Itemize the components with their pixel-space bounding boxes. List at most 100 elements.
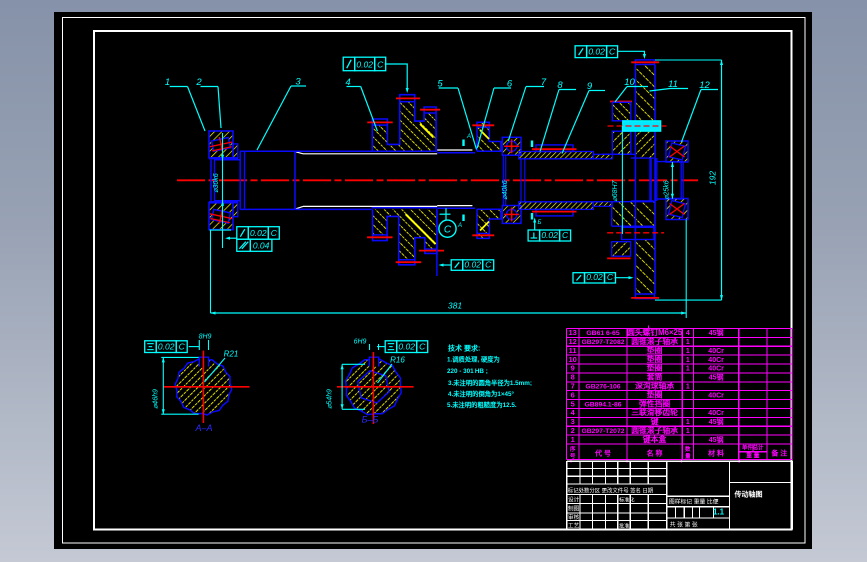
svg-text:3.未注明的圆角半径为1.5mm;: 3.未注明的圆角半径为1.5mm; xyxy=(448,378,532,387)
svg-text:垫圈: 垫圈 xyxy=(647,345,663,355)
svg-text:40Cr: 40Cr xyxy=(708,410,724,417)
svg-text:1: 1 xyxy=(686,366,690,373)
svg-text:1: 1 xyxy=(686,339,690,346)
svg-text:0.04: 0.04 xyxy=(253,240,270,250)
svg-text:1: 1 xyxy=(686,419,690,426)
svg-text:0.02: 0.02 xyxy=(158,342,175,352)
svg-text:40Cr: 40Cr xyxy=(708,392,724,399)
svg-text:垫圈: 垫圈 xyxy=(647,389,663,399)
svg-text:45钢: 45钢 xyxy=(709,417,724,426)
svg-text:0.02: 0.02 xyxy=(541,230,558,240)
svg-text:45钢: 45钢 xyxy=(709,373,724,382)
svg-text:45钢: 45钢 xyxy=(709,435,724,444)
svg-text:批准: 批准 xyxy=(619,521,629,529)
svg-text:192: 192 xyxy=(708,171,718,185)
svg-text:圆锥滚子轴承: 圆锥滚子轴承 xyxy=(631,425,678,435)
svg-text:名 称: 名 称 xyxy=(647,449,663,458)
svg-text:10: 10 xyxy=(568,355,576,364)
svg-text:A–A: A–A xyxy=(194,423,212,433)
svg-text:11: 11 xyxy=(569,346,577,355)
svg-text:6: 6 xyxy=(571,390,575,399)
svg-text:制图: 制图 xyxy=(568,505,580,513)
svg-text:45钢: 45钢 xyxy=(709,328,724,337)
svg-text:12: 12 xyxy=(568,337,576,346)
svg-text:8: 8 xyxy=(571,373,575,382)
svg-text:40Cr: 40Cr xyxy=(708,357,724,364)
svg-text:图样标记 重量 比便: 图样标记 重量 比便 xyxy=(669,498,719,506)
svg-text:圆头螺钉M6×25: 圆头螺钉M6×25 xyxy=(627,327,683,337)
svg-text:C: C xyxy=(271,228,278,238)
svg-text:量: 量 xyxy=(685,452,691,460)
svg-text:1: 1 xyxy=(686,357,690,364)
svg-text:GB894.1-86: GB894.1-86 xyxy=(584,401,621,408)
svg-text:0.02: 0.02 xyxy=(588,47,605,57)
svg-text:材 料: 材 料 xyxy=(707,449,724,458)
svg-text:弹性挡圈: 弹性挡圈 xyxy=(639,398,670,408)
svg-text:9: 9 xyxy=(571,364,575,373)
svg-text:40Cr: 40Cr xyxy=(708,366,724,373)
svg-text:圆锥滚子轴承: 圆锥滚子轴承 xyxy=(631,336,678,346)
svg-text:0.02: 0.02 xyxy=(250,228,267,238)
svg-text:A: A xyxy=(466,134,471,140)
svg-text:1.调质处理, 硬度为: 1.调质处理, 硬度为 xyxy=(447,355,500,364)
svg-text:键本盒: 键本盒 xyxy=(642,434,667,444)
svg-text:0.02: 0.02 xyxy=(356,60,373,70)
svg-text:8H9: 8H9 xyxy=(199,334,212,341)
svg-text:1: 1 xyxy=(686,348,690,355)
svg-text:GB276-106: GB276-106 xyxy=(585,383,620,390)
svg-text:垫圈: 垫圈 xyxy=(647,354,663,364)
svg-text:重 量: 重 量 xyxy=(746,452,759,460)
svg-text:垫圈: 垫圈 xyxy=(647,363,663,373)
svg-text:⌀40k6: ⌀40k6 xyxy=(502,180,509,200)
svg-text:40Cr: 40Cr xyxy=(708,348,724,355)
svg-text:0.02: 0.02 xyxy=(398,342,415,352)
svg-text:设计: 设计 xyxy=(568,496,580,504)
svg-text:深沟球轴承: 深沟球轴承 xyxy=(635,380,674,390)
svg-text:传动轴图: 传动轴图 xyxy=(734,490,763,499)
svg-text:2: 2 xyxy=(571,426,575,435)
svg-text:C: C xyxy=(607,272,614,282)
svg-text:C: C xyxy=(377,60,384,70)
svg-text:5: 5 xyxy=(571,399,575,408)
svg-text:标准化: 标准化 xyxy=(619,496,635,504)
svg-text:数: 数 xyxy=(685,445,691,453)
svg-text:1: 1 xyxy=(165,77,170,88)
svg-text:⌀68H7: ⌀68H7 xyxy=(612,179,619,201)
svg-text:三联滑移齿轮: 三联滑移齿轮 xyxy=(631,407,678,417)
svg-text:5.未注明的粗糙度为12.5.: 5.未注明的粗糙度为12.5. xyxy=(447,400,517,409)
svg-text:⌀54h9: ⌀54h9 xyxy=(327,389,334,409)
svg-text:备 注: 备 注 xyxy=(770,449,787,458)
svg-text:A: A xyxy=(457,223,462,229)
svg-text:0.02: 0.02 xyxy=(464,259,481,269)
svg-text:Б–Б: Б–Б xyxy=(362,415,379,425)
svg-text:工艺: 工艺 xyxy=(568,522,580,529)
svg-text:1: 1 xyxy=(571,435,575,444)
svg-text:4.未注明的倒角为1×45°: 4.未注明的倒角为1×45° xyxy=(448,389,515,398)
svg-text:审核: 审核 xyxy=(568,513,580,521)
svg-text:键: 键 xyxy=(650,416,659,426)
svg-text:220 - 301 HB ;: 220 - 301 HB ; xyxy=(447,368,488,375)
svg-text:GB61 6-65: GB61 6-65 xyxy=(586,330,619,337)
svg-text:1.1: 1.1 xyxy=(713,508,725,517)
svg-text:技术 要求:: 技术 要求: xyxy=(448,344,480,353)
svg-text:⌀30k6: ⌀30k6 xyxy=(213,173,220,193)
svg-text:GB297-T2082: GB297-T2082 xyxy=(581,339,624,346)
svg-text:R21: R21 xyxy=(224,350,239,359)
svg-text:序: 序 xyxy=(570,445,576,453)
svg-text:3: 3 xyxy=(571,417,575,426)
svg-text:C: C xyxy=(562,230,569,240)
svg-text:号: 号 xyxy=(570,452,576,460)
svg-text:R16: R16 xyxy=(390,356,405,365)
svg-text:C: C xyxy=(179,342,186,352)
svg-text:4: 4 xyxy=(686,330,690,337)
svg-text:GB297-T2072: GB297-T2072 xyxy=(581,428,624,435)
svg-text:标记处数分区 更改文件号 签名 日期: 标记处数分区 更改文件号 签名 日期 xyxy=(568,486,653,494)
svg-text:单件总计: 单件总计 xyxy=(742,444,764,452)
svg-text:1: 1 xyxy=(686,428,690,435)
svg-text:共 张 第 张: 共 张 第 张 xyxy=(670,521,698,529)
svg-text:7: 7 xyxy=(571,381,575,390)
svg-text:C: C xyxy=(609,47,616,57)
svg-text:13: 13 xyxy=(568,328,576,337)
svg-text:⌀46h9: ⌀46h9 xyxy=(153,389,160,409)
svg-text:1: 1 xyxy=(686,383,690,390)
